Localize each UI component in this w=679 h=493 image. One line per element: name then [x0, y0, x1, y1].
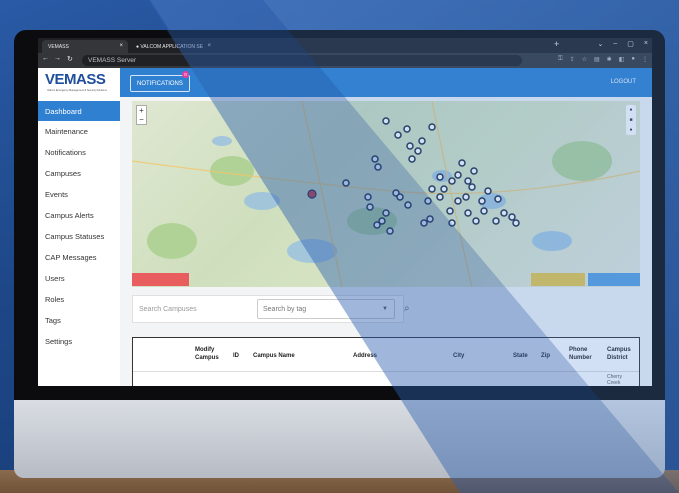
puzzle-icon[interactable]: ✱ — [607, 56, 612, 63]
share-icon[interactable]: ⇪ — [570, 56, 575, 63]
sidebar-item-dashboard[interactable]: Dashboard — [38, 101, 120, 121]
search-bar: Search Campuses Search by tag ▼ — [132, 295, 404, 323]
map-zoom-controls: + − — [136, 105, 147, 125]
vemass-logo: VEMASS — [45, 71, 106, 88]
chevron-down-icon[interactable]: ⌄ — [598, 40, 604, 48]
browser-tab-vemass[interactable]: VEMASS × — [42, 40, 128, 53]
sidebar-item-campuses[interactable]: Campuses — [38, 163, 120, 183]
star-icon[interactable]: ☆ — [582, 56, 587, 63]
app-header: VEMASS Valcom Emergency Management & Sec… — [38, 68, 652, 97]
tab-label: VEMASS — [48, 43, 69, 50]
tag-search-select[interactable]: Search by tag ▼ — [257, 299, 395, 319]
notifications-label: NOTIFICATIONS — [137, 80, 183, 87]
logo-area[interactable]: VEMASS Valcom Emergency Management & Sec… — [38, 68, 120, 97]
map-blue-button[interactable] — [588, 273, 640, 286]
minimize-icon[interactable]: – — [613, 40, 617, 48]
col-header-id[interactable]: ID — [233, 352, 239, 360]
sidebar-item-campus-statuses[interactable]: Campus Statuses — [38, 226, 120, 246]
browser-tab-bar: VEMASS × ● VALCOM APPLICATION SE × + ⌄ –… — [38, 38, 652, 53]
monitor-chin — [14, 400, 665, 478]
row-divider — [133, 371, 639, 372]
map-red-button[interactable] — [132, 273, 189, 286]
circle-icon[interactable]: ● — [629, 127, 632, 133]
zoom-in-icon[interactable]: + — [137, 106, 146, 115]
sidebar-item-cap-messages[interactable]: CAP Messages — [38, 247, 120, 267]
url-input[interactable]: VEMASS Server — [82, 55, 522, 66]
campus-map[interactable]: + − ● ■ ● — [132, 101, 640, 287]
notifications-button[interactable]: NOTIFICATIONS — [130, 75, 190, 92]
col-header-address[interactable]: Address — [353, 352, 377, 360]
sidebar-item-events[interactable]: Events — [38, 184, 120, 204]
sidepanel-icon[interactable]: ◧ — [619, 56, 625, 63]
window-controls: ⌄ – ▢ × — [598, 40, 649, 48]
sidebar-item-roles[interactable]: Roles — [38, 289, 120, 309]
browser-address-bar: ← → ↻ VEMASS Server ⚿ ⇪ ☆ ▤ ✱ ◧ ● ⋮ — [38, 53, 652, 68]
caret-down-icon: ▼ — [382, 306, 388, 312]
back-icon[interactable]: ← — [42, 55, 49, 62]
logo-tagline: Valcom Emergency Management & Security S… — [47, 89, 107, 92]
search-icon[interactable]: ⌕ — [404, 303, 410, 314]
url-text: VEMASS Server — [88, 57, 137, 64]
map-toolbar: ● ■ ● — [626, 105, 636, 135]
close-window-icon[interactable]: × — [644, 40, 648, 48]
extension-icons: ⚿ ⇪ ☆ ▤ ✱ ◧ ● ⋮ — [558, 56, 648, 63]
table-cell-district: Cherry Creek — [607, 374, 623, 386]
tab-label: VALCOM APPLICATION SE — [140, 43, 204, 50]
forward-icon[interactable]: → — [54, 55, 61, 62]
col-header-district[interactable]: Campus District — [607, 346, 637, 362]
profile-icon[interactable]: ● — [631, 56, 635, 63]
search-campuses-input[interactable]: Search Campuses — [139, 296, 197, 322]
sidebar-item-campus-alerts[interactable]: Campus Alerts — [38, 205, 120, 225]
browser-tab-valcom[interactable]: ● VALCOM APPLICATION SE × — [130, 40, 216, 53]
tag-search-placeholder: Search by tag — [263, 305, 307, 313]
sidebar-item-tags[interactable]: Tags — [38, 310, 120, 330]
sidebar: Dashboard Maintenance Notifications Camp… — [38, 97, 121, 386]
main-content: + − ● ■ ● Search Campuses Search by tag … — [120, 97, 652, 386]
marker-icon[interactable]: ● — [629, 107, 632, 113]
col-header-zip[interactable]: Zip — [541, 352, 550, 360]
col-header-city[interactable]: City — [453, 352, 464, 360]
col-header-state[interactable]: State — [513, 352, 528, 360]
notifications-badge: 0 — [182, 71, 189, 78]
maximize-icon[interactable]: ▢ — [627, 40, 634, 48]
col-header-modify-campus[interactable]: Modify Campus — [195, 346, 225, 362]
zoom-out-icon[interactable]: − — [137, 115, 146, 124]
close-icon[interactable]: × — [119, 43, 123, 49]
col-header-phone[interactable]: Phone Number — [569, 346, 599, 362]
col-header-campus-name[interactable]: Campus Name — [253, 352, 295, 360]
menu-icon[interactable]: ⋮ — [642, 56, 648, 63]
campus-table: Modify Campus ID Campus Name Address Cit… — [132, 337, 640, 386]
reload-icon[interactable]: ↻ — [67, 55, 73, 63]
square-icon[interactable]: ■ — [629, 117, 632, 123]
sidebar-item-maintenance[interactable]: Maintenance — [38, 121, 120, 141]
sidebar-item-notifications[interactable]: Notifications — [38, 142, 120, 162]
key-icon[interactable]: ⚿ — [558, 56, 563, 63]
sidebar-item-settings[interactable]: Settings — [38, 331, 120, 351]
logout-button[interactable]: LOGOUT — [611, 79, 636, 85]
extension-icon[interactable]: ▤ — [594, 56, 600, 63]
monitor-screen: VEMASS × ● VALCOM APPLICATION SE × + ⌄ –… — [38, 38, 652, 386]
map-graphic — [132, 101, 640, 287]
close-icon[interactable]: × — [207, 43, 211, 49]
sidebar-item-users[interactable]: Users — [38, 268, 120, 288]
new-tab-icon[interactable]: + — [554, 39, 559, 49]
map-yellow-button[interactable] — [531, 273, 585, 286]
